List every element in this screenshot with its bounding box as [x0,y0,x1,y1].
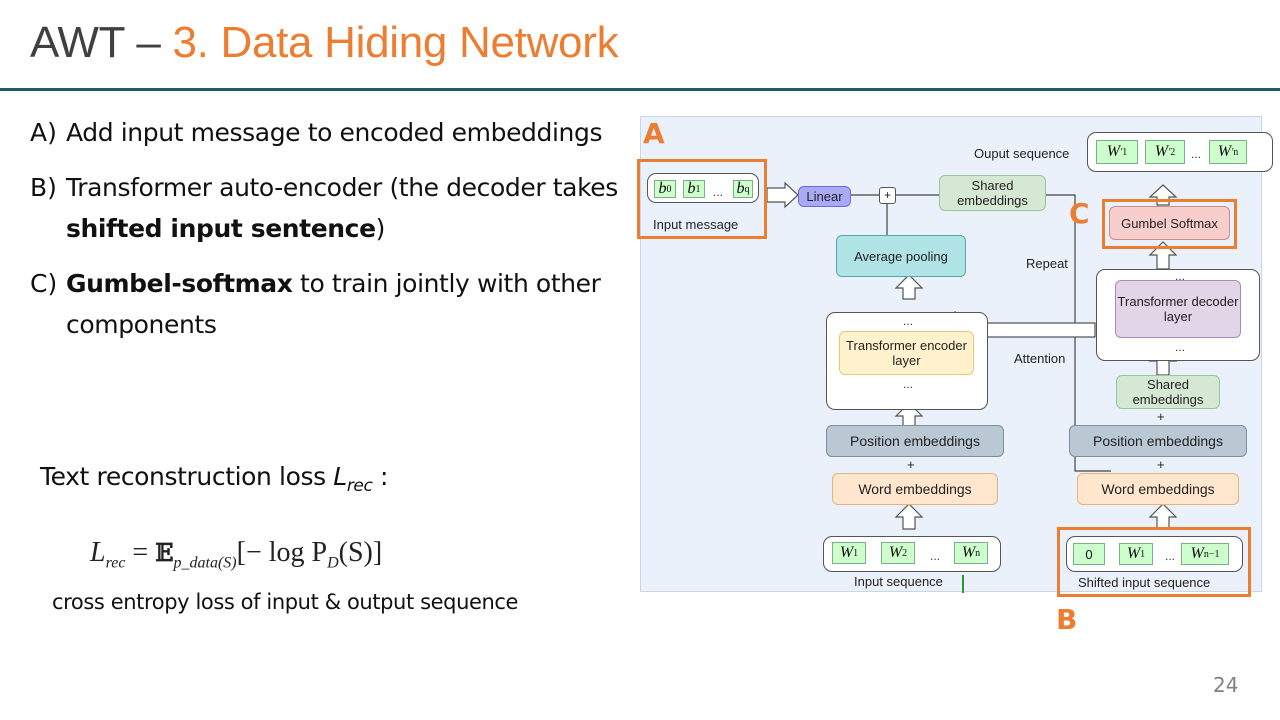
encoder-layer-node: Transformer encoder layer [839,331,974,375]
bullet-mark: B) [30,173,57,202]
bullet-b: B) Transformer auto-encoder (the decoder… [30,167,630,249]
input-token: W2 [881,542,915,564]
message-token: bq [733,180,753,198]
message-ellipsis: ... [713,185,724,199]
slide-title: AWT – 3. Data Hiding Network [30,18,619,68]
left-plus: + [907,457,915,472]
plus-node: + [879,187,896,204]
bullet-a: A) Add input message to encoded embeddin… [30,112,630,153]
title-prefix: AWT – [30,18,173,67]
architecture-diagram: A b0 b1 ... bq Input message Linear + Sh… [637,116,1273,597]
right-plus-bottom: + [1157,457,1165,472]
bullet-text: Gumbel-softmax to train jointly with oth… [66,269,601,339]
encoder-dots-bottom: ... [903,377,914,391]
input-token: W1 [832,542,866,564]
page-number: 24 [1213,673,1239,697]
right-position-embeddings: Position embeddings [1069,425,1247,457]
bullet-text: Add input message to encoded embeddings [66,118,603,147]
output-token: W ′ 1 [1096,140,1138,164]
bullet-mark: A) [30,118,57,147]
section-label-a: A [643,117,665,150]
formula-caption: cross entropy loss of input & output seq… [52,590,519,614]
title-accent: 3. Data Hiding Network [172,18,619,67]
input-message-label: Input message [653,217,739,232]
decoder-dots-bottom: ... [1175,340,1186,354]
loss-formula: Lrec = 𝔼p_data(S)[− log PD(S)] [90,537,383,572]
attention-label: Attention [1014,351,1066,366]
shifted-sequence-label: Shifted input sequence [1078,575,1211,590]
bullet-list: A) Add input message to encoded embeddin… [30,112,630,359]
bullet-c: C) Gumbel-softmax to train jointly with … [30,263,630,345]
left-position-embeddings: Position embeddings [826,425,1004,457]
gumbel-softmax-node: Gumbel Softmax [1109,206,1230,240]
message-token: b0 [654,180,676,198]
arrow-shifted-word [1148,503,1178,530]
title-divider [0,88,1280,91]
encoder-dots-top: ... [903,314,914,328]
shifted-token: Wn−1 [1181,543,1229,565]
bullet-mark: C) [30,269,58,298]
repeat-label: Repeat [1026,256,1068,271]
shifted-ellipsis: ... [1165,549,1176,563]
output-token: W ′ n [1209,140,1247,164]
output-token: W ′ 2 [1145,140,1185,164]
shared-embeddings-bottom: Shared embeddings [1116,375,1220,409]
average-pooling-node: Average pooling [836,235,966,277]
shared-embeddings-top: Shared embeddings [939,175,1046,211]
message-token: b1 [683,180,705,198]
input-ellipsis: ... [930,549,941,563]
bullet-text: Transformer auto-encoder (the decoder ta… [66,173,618,243]
linear-node: Linear [798,186,851,207]
input-token: Wn [954,542,988,564]
shifted-token: 0 [1073,543,1105,565]
output-sequence-label: Ouput sequence [974,146,1070,161]
section-label-b: B [1056,603,1078,636]
decoder-layer-node: Transformer decoder layer [1115,280,1241,338]
input-sequence-label: Input sequence [854,574,943,589]
arrow-message-linear [766,181,799,209]
output-ellipsis: ... [1191,147,1202,161]
arrow-encoder-pooling [894,274,924,300]
arrow-word-encoder [894,503,924,530]
section-label-c: C [1069,197,1090,230]
left-word-embeddings: Word embeddings [832,473,998,505]
shifted-token: W1 [1119,543,1153,565]
right-plus-top: + [1157,409,1165,424]
right-word-embeddings: Word embeddings [1077,473,1239,505]
loss-label: Text reconstruction loss Lrec : [40,462,388,496]
